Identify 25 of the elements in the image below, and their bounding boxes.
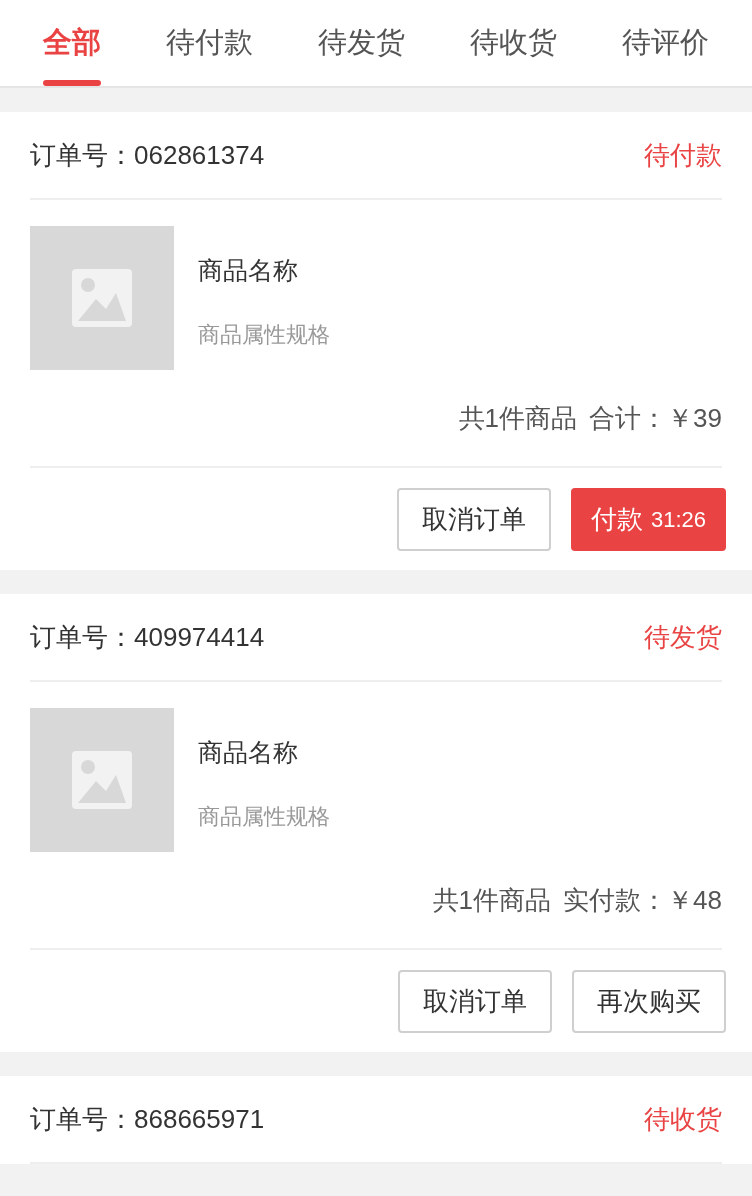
order-tab[interactable]: 待收货: [470, 0, 558, 86]
pay-button[interactable]: 付款 31:26: [570, 487, 726, 551]
order-status: 待收货: [644, 1102, 722, 1136]
order-total: 实付款：￥48: [563, 883, 722, 917]
image-placeholder-icon: [72, 751, 132, 809]
order-status: 待发货: [644, 620, 722, 654]
order-action-button[interactable]: 取消订单: [398, 969, 552, 1033]
item-count: 共1件商品: [458, 401, 578, 435]
product-name: 商品名称: [198, 255, 299, 286]
order-number: 订单号：868665971: [30, 1102, 265, 1136]
product-spec: 商品属性规格: [198, 802, 330, 831]
order-tab[interactable]: 待发货: [317, 0, 405, 86]
order-total: 合计：￥39: [589, 401, 722, 435]
product-spec: 商品属性规格: [198, 320, 330, 349]
order-number: 订单号：062861374: [30, 138, 265, 172]
order-number: 订单号：409974414: [30, 620, 265, 654]
order-tab[interactable]: 待付款: [165, 0, 253, 86]
order-status: 待付款: [644, 138, 722, 172]
order-tab[interactable]: 全部: [42, 0, 101, 86]
item-count: 共1件商品: [432, 883, 552, 917]
product-name: 商品名称: [198, 737, 299, 768]
order-action-button[interactable]: 取消订单: [396, 487, 551, 551]
image-placeholder-icon: [72, 269, 132, 327]
order-action-button[interactable]: 再次购买: [572, 969, 726, 1033]
order-tab[interactable]: 待评价: [622, 0, 710, 86]
